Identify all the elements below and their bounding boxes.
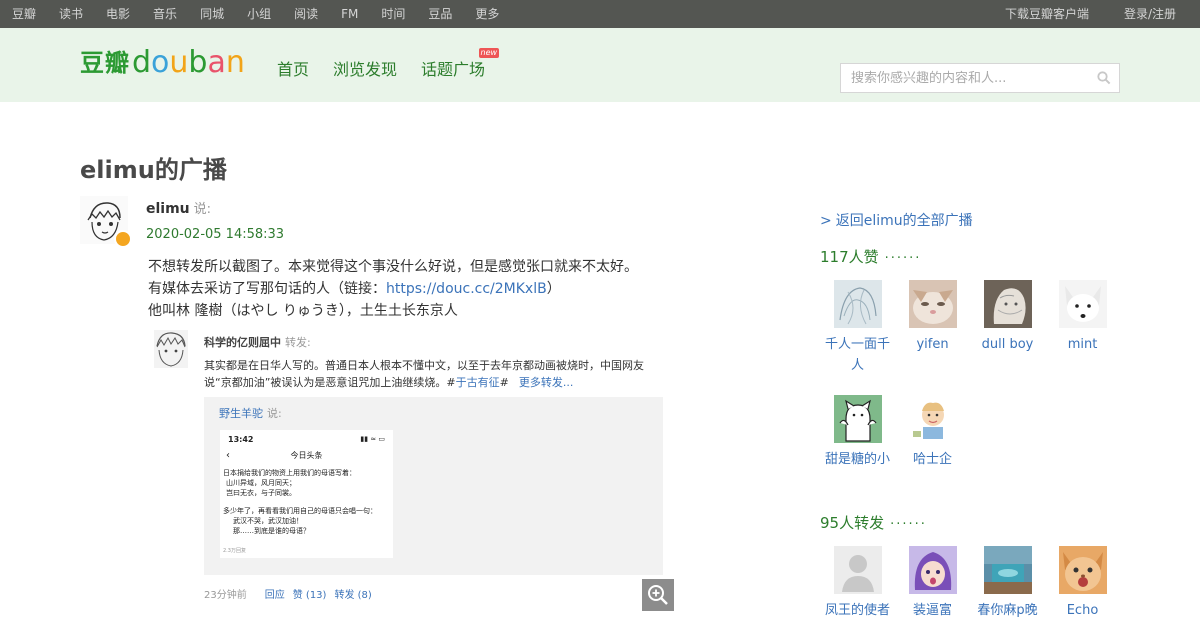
logo-chinese: 豆瓣 [80, 49, 130, 77]
phone-body: 日本捐给我们的物资上用我们的母语写着： 山川异域，风月同天； 岂曰无衣，与子同裳… [223, 469, 377, 535]
phone-status-icons: ▮▮ ≈ ▭ [360, 435, 385, 443]
embed-footer: 23分钟前 回应赞 (13) 转发 (8) [204, 590, 372, 601]
likes-title[interactable]: 117人赞 ······ [820, 246, 921, 267]
global-nav-market[interactable]: 豆品 [428, 0, 452, 28]
download-app-link[interactable]: 下载豆瓣客户端 [1005, 0, 1089, 28]
phone-screenshot: 13:42 ▮▮ ≈ ▭ ‹ 今日头条 日本捐给我们的物资上用我们的母语写着： … [220, 430, 393, 558]
global-nav-time[interactable]: 时间 [381, 0, 405, 28]
status-image[interactable]: 科学的亿则屈中 转发: 其实都是在日华人写的。普通日本人根本不懂中文，以至于去年京… [150, 330, 670, 605]
like-user[interactable]: 千人一面千人 [820, 280, 895, 376]
global-nav: 豆瓣 读书 电影 音乐 同城 小组 阅读 FM 时间 豆品 更多 下载豆瓣客户端… [0, 0, 1200, 28]
user-avatar [1058, 280, 1107, 328]
global-nav-right: 下载豆瓣客户端 登录/注册 [970, 0, 1188, 28]
global-nav-read[interactable]: 阅读 [294, 0, 318, 28]
repost-user[interactable]: Echo [1045, 546, 1120, 621]
reposts-title[interactable]: 95人转发 ······ [820, 512, 927, 533]
status-author: elimu 说: [146, 198, 211, 217]
nav-home[interactable]: 首页 [277, 56, 309, 80]
user-avatar [833, 395, 882, 443]
status-line-1: 不想转发所以截图了。本来觉得这个事没什么好说，但是感觉张口就来不太好。 [148, 259, 638, 275]
page-title: elimu的广播 [80, 156, 227, 184]
global-nav-music[interactable]: 音乐 [153, 0, 177, 28]
global-nav-left: 豆瓣 读书 电影 音乐 同城 小组 阅读 FM 时间 豆品 更多 [12, 0, 522, 28]
douban-logo[interactable]: 豆瓣 douban [80, 48, 245, 78]
search-box [840, 63, 1120, 93]
site-header: 豆瓣 douban 首页 浏览发现 话题广场 new [0, 28, 1200, 102]
global-nav-more[interactable]: 更多 [475, 0, 499, 28]
back-to-all-link[interactable]: > 返回elimu的全部广播 [820, 210, 973, 230]
nav-topics[interactable]: 话题广场 new [421, 48, 500, 80]
global-nav-groups[interactable]: 小组 [247, 0, 271, 28]
global-nav-books[interactable]: 读书 [59, 0, 83, 28]
search-icon[interactable] [1089, 64, 1119, 92]
user-avatar [833, 280, 882, 328]
author-said: 说: [193, 202, 212, 217]
embed-author: 科学的亿则屈中 [204, 336, 281, 349]
status-line-2: 有媒体去采访了写那句话的人（链接：https://douc.cc/2MKxlB） [148, 281, 561, 297]
user-avatar [1058, 546, 1107, 594]
verified-badge-icon [114, 230, 132, 248]
like-user[interactable]: dull boy [970, 280, 1045, 355]
new-badge: new [478, 48, 500, 58]
embed-text: 其实都是在日华人写的。普通日本人根本不懂中文，以至于去年京都动画被烧时，中国网友… [204, 359, 644, 389]
user-avatar [908, 280, 957, 328]
embed-avatar [154, 330, 188, 368]
global-nav-local[interactable]: 同城 [200, 0, 224, 28]
repost-user[interactable]: 春你麻p晚 [970, 546, 1045, 621]
zoom-in-button[interactable] [642, 579, 674, 611]
repost-user[interactable]: 凤王的使者 [820, 546, 895, 621]
main-nav: 首页 浏览发现 话题广场 new [277, 48, 509, 80]
global-nav-movies[interactable]: 电影 [106, 0, 130, 28]
repost-user[interactable]: 装逼富 [895, 546, 970, 621]
global-nav-douban[interactable]: 豆瓣 [12, 0, 36, 28]
embed-header: 科学的亿则屈中 转发: [204, 336, 311, 349]
user-avatar [983, 546, 1032, 594]
zoom-icon [648, 585, 668, 605]
global-nav-fm[interactable]: FM [341, 0, 358, 28]
status-line-3: 他叫林 隆樹（はやし りゅうき），土生土长东京人 [148, 303, 458, 319]
like-user[interactable]: 甜是糖的小 [820, 395, 895, 470]
user-avatar [908, 546, 957, 594]
nav-explore[interactable]: 浏览发现 [333, 56, 397, 80]
author-avatar[interactable] [80, 196, 132, 248]
author-name[interactable]: elimu [146, 201, 190, 217]
like-user[interactable]: yifen [895, 280, 970, 355]
user-avatar [983, 280, 1032, 328]
status-text: 不想转发所以截图了。本来觉得这个事没什么好说，但是感觉张口就来不太好。 有媒体去… [148, 256, 708, 322]
user-avatar [833, 546, 882, 594]
status-time[interactable]: 2020-02-05 14:58:33 [146, 227, 284, 242]
like-user[interactable]: mint [1045, 280, 1120, 355]
login-register-link[interactable]: 登录/注册 [1124, 0, 1176, 28]
like-user[interactable]: 哈士企 [895, 395, 970, 470]
status-link[interactable]: https://douc.cc/2MKxlB [386, 281, 547, 297]
logo-english: douban [132, 45, 245, 80]
user-avatar [908, 395, 957, 443]
embed-repost: 野生羊驼 说: 13:42 ▮▮ ≈ ▭ ‹ 今日头条 日本捐给我们的物资上用我们… [204, 397, 663, 575]
search-input[interactable] [841, 64, 1089, 92]
